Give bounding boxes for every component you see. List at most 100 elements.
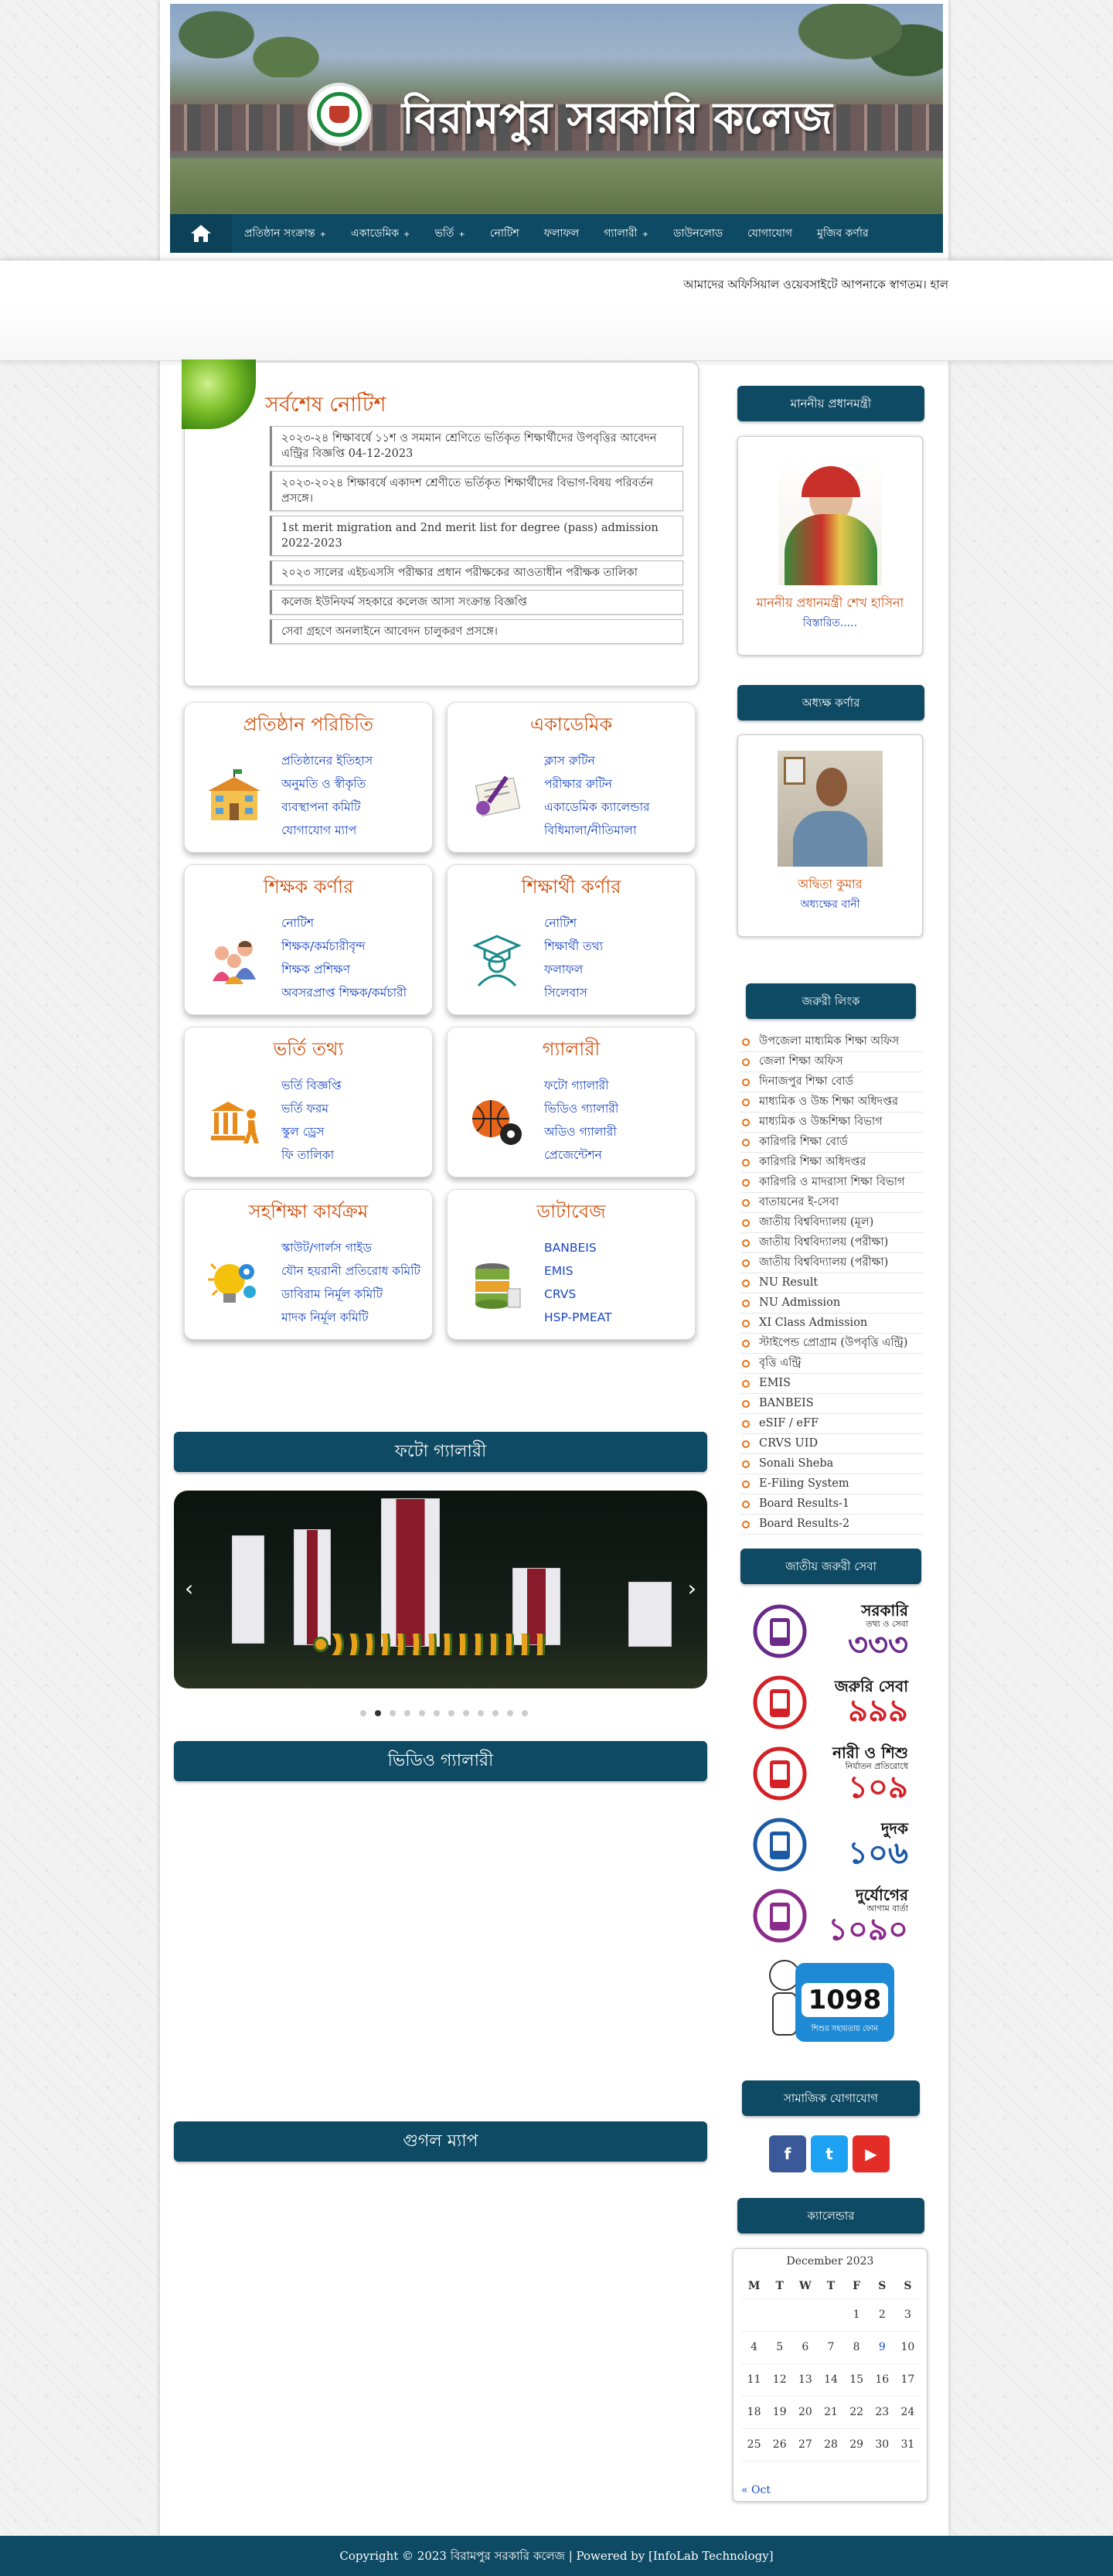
card-link[interactable]: HSP-PMEAT <box>544 1306 611 1329</box>
card-title[interactable]: ডাটাবেজ <box>448 1198 695 1228</box>
card-link[interactable]: বিধিমালা/নীতিমালা <box>544 819 650 842</box>
hotline-2[interactable]: নারী ও শিশু নির্যাতন প্রতিরোধে ১০৯ <box>750 1743 908 1804</box>
slider-dot[interactable] <box>522 1710 528 1716</box>
calendar-day[interactable]: 23 <box>869 2396 895 2429</box>
emergency-link[interactable]: জাতীয় বিশ্ববিদ্যালয় (পরীক্ষা) <box>740 1253 923 1273</box>
card-link[interactable]: স্কাউট/গার্লস গাইড <box>281 1236 420 1259</box>
nav-item-7[interactable]: যোগাযোগ <box>735 224 805 243</box>
emergency-link[interactable]: মাধ্যমিক ও উচ্চ শিক্ষা অধিদপ্তর <box>740 1092 923 1113</box>
principal-name[interactable]: অদ্বিতা কুমার <box>738 874 922 895</box>
calendar-day[interactable]: 15 <box>843 2363 870 2397</box>
calendar-day[interactable]: 12 <box>767 2363 793 2397</box>
nav-item-3[interactable]: নোটিশ <box>478 224 532 243</box>
ticker-text[interactable]: আমাদের অফিসিয়াল ওয়েবসাইটে আপনাকে স্বাগ… <box>479 276 948 295</box>
youtube-icon[interactable]: ▶ <box>853 2135 890 2172</box>
calendar-day[interactable]: 22 <box>843 2396 870 2429</box>
slider-dot[interactable] <box>463 1710 469 1716</box>
card-title[interactable]: ভর্তি তথ্য <box>185 1035 432 1066</box>
card-link[interactable]: শিক্ষক প্রশিক্ষণ <box>281 958 407 981</box>
card-link[interactable]: প্রতিষ্ঠানের ইতিহাস <box>281 749 373 772</box>
home-icon[interactable] <box>170 214 232 253</box>
calendar-day[interactable]: 31 <box>894 2428 921 2462</box>
emergency-link[interactable]: জাতীয় বিশ্ববিদ্যালয় (মূল) <box>740 1213 923 1233</box>
card-link[interactable]: যৌন হয়রানী প্রতিরোধ কমিটি <box>281 1259 420 1283</box>
card-link[interactable]: ভিডিও গ্যালারী <box>544 1097 618 1120</box>
emergency-link[interactable]: জাতীয় বিশ্ববিদ্যালয় (পরীক্ষা) <box>740 1233 923 1253</box>
emergency-link[interactable]: বাতায়নের ই-সেবা <box>740 1193 923 1213</box>
card-link[interactable]: ভর্তি ফরম <box>281 1097 342 1120</box>
emergency-link[interactable]: E-Filing System <box>740 1474 923 1494</box>
emergency-link[interactable]: স্টাইপেন্ড প্রোগ্রাম (উপবৃত্তি এন্ট্রি) <box>740 1334 923 1354</box>
calendar-day[interactable]: 24 <box>894 2396 921 2429</box>
slider-dot[interactable] <box>507 1710 513 1716</box>
notice-item[interactable]: কলেজ ইউনিফর্ম সহকারে কলেজ আসা সংক্রান্ত … <box>270 590 683 615</box>
emergency-link[interactable]: NU Admission <box>740 1293 923 1314</box>
card-link[interactable]: স্কুল ড্রেস <box>281 1120 342 1143</box>
nav-item-2[interactable]: ভর্তি + <box>422 224 477 243</box>
calendar-day[interactable]: 17 <box>894 2363 921 2397</box>
card-link[interactable]: শিক্ষার্থী তথ্য <box>544 935 603 958</box>
pm-more-link[interactable]: বিস্তারিত..... <box>738 614 922 632</box>
calendar-day[interactable]: 1 <box>843 2298 870 2332</box>
emergency-link[interactable]: Sonali Sheba <box>740 1454 923 1474</box>
calendar-day[interactable]: 4 <box>741 2331 768 2364</box>
notice-item[interactable]: 1st merit migration and 2nd merit list f… <box>270 516 683 556</box>
emergency-link[interactable]: দিনাজপুর শিক্ষা বোর্ড <box>740 1072 923 1092</box>
hotline-0[interactable]: সরকারি তথ্য ও সেবা ৩৩৩ <box>750 1600 908 1662</box>
slider-dot[interactable] <box>375 1710 381 1716</box>
nav-item-5[interactable]: গ্যালারী + <box>591 224 661 243</box>
pm-photo[interactable] <box>778 460 882 585</box>
emergency-link[interactable]: কারিগরি শিক্ষা অধিদপ্তর <box>740 1153 923 1173</box>
card-link[interactable]: ভর্তি বিজ্ঞপ্তি <box>281 1074 342 1097</box>
calendar-day[interactable]: 29 <box>843 2428 870 2462</box>
calendar-day[interactable]: 28 <box>818 2428 844 2462</box>
card-link[interactable]: ব্যবস্থাপনা কমিটি <box>281 796 373 819</box>
emergency-link[interactable]: কারিগরি শিক্ষা বোর্ড <box>740 1133 923 1153</box>
slider-prev-icon[interactable]: ‹ <box>185 1576 193 1601</box>
child-helpline-1098[interactable]: 1098 শিশুর সহায়তায় ফোন <box>761 1960 895 2045</box>
card-title[interactable]: শিক্ষক কর্ণার <box>185 873 432 904</box>
calendar-day[interactable]: 10 <box>894 2331 921 2364</box>
card-link[interactable]: মাদক নির্মূল কমিটি <box>281 1306 420 1329</box>
calendar-day[interactable]: 8 <box>843 2331 870 2364</box>
card-title[interactable]: সহশিক্ষা কার্যক্রম <box>185 1198 432 1228</box>
calendar-day[interactable]: 13 <box>792 2363 819 2397</box>
nav-item-8[interactable]: মুজিব কর্ণার <box>805 224 881 243</box>
card-link[interactable]: শিক্ষক/কর্মচারীবৃন্দ <box>281 935 407 958</box>
card-title[interactable]: প্রতিষ্ঠান পরিচিতি <box>185 710 432 741</box>
calendar-day[interactable]: 21 <box>818 2396 844 2429</box>
nav-item-0[interactable]: প্রতিষ্ঠান সংক্রান্ত + <box>232 224 339 243</box>
pm-name[interactable]: মাননীয় প্রধানমন্ত্রী শেখ হাসিনা <box>738 593 922 614</box>
slider-dot[interactable] <box>360 1710 366 1716</box>
card-title[interactable]: গ্যালারী <box>448 1035 695 1066</box>
card-link[interactable]: CRVS <box>544 1283 611 1306</box>
emergency-link[interactable]: NU Result <box>740 1273 923 1293</box>
calendar-day[interactable]: 19 <box>767 2396 793 2429</box>
slider-dot[interactable] <box>478 1710 484 1716</box>
emergency-link[interactable]: Board Results-2 <box>740 1515 923 1535</box>
photo-slider[interactable]: ‹ › <box>174 1491 707 1688</box>
hotline-4[interactable]: দুর্যোগের আগাম বার্তা ১০৯০ <box>750 1885 908 1947</box>
nav-item-6[interactable]: ডাউনলোড <box>661 224 735 243</box>
card-link[interactable]: সিলেবাস <box>544 981 603 1004</box>
facebook-icon[interactable]: f <box>769 2135 806 2172</box>
calendar-day[interactable]: 14 <box>818 2363 844 2397</box>
emergency-link[interactable]: eSIF / eFF <box>740 1414 923 1434</box>
site-title[interactable]: বিরামপুর সরকারি কলেজ <box>402 85 832 158</box>
card-title[interactable]: একাডেমিক <box>448 710 695 741</box>
calendar-day[interactable]: 26 <box>767 2428 793 2462</box>
emergency-link[interactable]: Board Results-1 <box>740 1494 923 1515</box>
card-link[interactable]: অডিও গ্যালারী <box>544 1120 618 1143</box>
card-link[interactable]: ফি তালিকা <box>281 1143 342 1167</box>
card-link[interactable]: EMIS <box>544 1259 611 1283</box>
slider-dot[interactable] <box>434 1710 440 1716</box>
emergency-link[interactable]: CRVS UID <box>740 1434 923 1454</box>
calendar-day[interactable]: 20 <box>792 2396 819 2429</box>
slider-dot[interactable] <box>404 1710 410 1716</box>
emergency-link[interactable]: EMIS <box>740 1374 923 1394</box>
notice-item[interactable]: ২০২৩-২৪ শিক্ষাবর্ষে ১১শ ও সমমান শ্রেণিতে… <box>270 426 683 466</box>
hotline-1[interactable]: জরুরি সেবা ৯৯৯ <box>750 1671 908 1733</box>
card-link[interactable]: নোটিশ <box>281 911 407 935</box>
card-link[interactable]: পরীক্ষার রুটিন <box>544 772 650 796</box>
emergency-link[interactable]: উপজেলা মাধ্যমিক শিক্ষা অফিস <box>740 1032 923 1052</box>
